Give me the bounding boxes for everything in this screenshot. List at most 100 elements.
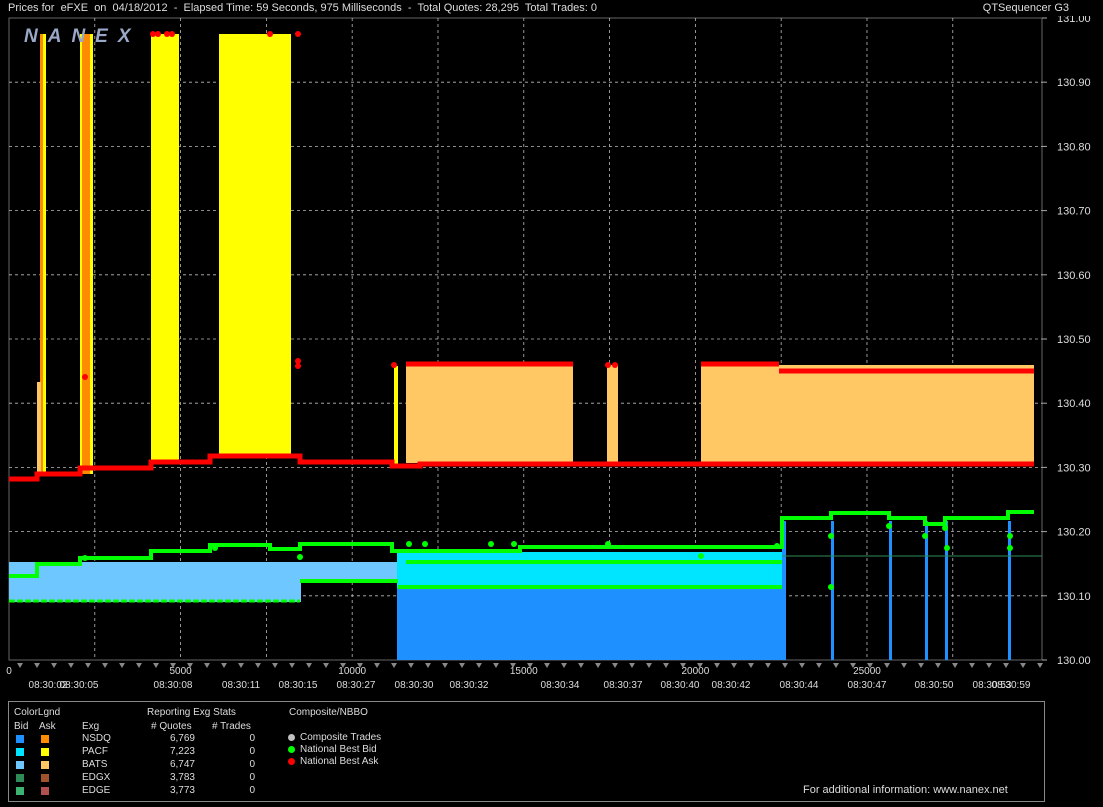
time-marker bbox=[85, 663, 91, 668]
bats-ask-region bbox=[607, 365, 618, 463]
bid-marker bbox=[511, 541, 517, 547]
bats-ask-region bbox=[701, 365, 1034, 463]
time-marker bbox=[663, 663, 669, 668]
ask-color-swatch bbox=[41, 787, 49, 795]
exchange-name: EDGE bbox=[82, 785, 111, 796]
y-tick-label: 130.30 bbox=[1057, 462, 1091, 474]
nsdq-bid-region bbox=[397, 588, 782, 660]
time-marker bbox=[1003, 663, 1009, 668]
x-seq-label: 25000 bbox=[853, 666, 881, 677]
x-time-label: 08:30:44 bbox=[780, 680, 819, 691]
exchange-quotes: 3,773 bbox=[169, 785, 195, 796]
time-marker bbox=[306, 663, 312, 668]
x-time-label: 08:30:40 bbox=[661, 680, 700, 691]
ask-marker bbox=[82, 374, 88, 380]
time-marker bbox=[833, 663, 839, 668]
bid-marker bbox=[774, 543, 780, 549]
time-marker bbox=[629, 663, 635, 668]
time-marker bbox=[425, 663, 431, 668]
time-marker bbox=[68, 663, 74, 668]
legend-col-title: ColorLgnd bbox=[14, 707, 61, 718]
pacf-ask-region bbox=[219, 34, 291, 454]
x-time-label: 08:30:15 bbox=[279, 680, 318, 691]
bats-bid-region bbox=[9, 562, 301, 602]
legend-stats-title: Reporting Exg Stats bbox=[147, 707, 236, 718]
ask-color-swatch bbox=[41, 735, 49, 743]
bid-marker bbox=[212, 545, 218, 551]
x-time-label: 08:30:30 bbox=[395, 680, 434, 691]
x-axis: 0 5000 10000 15000 20000 2500008:30:0208:30:0… bbox=[6, 663, 1043, 691]
time-marker bbox=[17, 663, 23, 668]
bid-marker bbox=[488, 541, 494, 547]
bid-marker bbox=[297, 554, 303, 560]
time-marker bbox=[816, 663, 822, 668]
x-time-label: 08:30:08 bbox=[154, 680, 193, 691]
ask-marker bbox=[605, 362, 611, 368]
price-chart: NANEX 131.00 130.90 130.80 130.70 130.60 130.… bbox=[6, 16, 1091, 691]
x-time-label: 08:30:42 bbox=[712, 680, 751, 691]
exchange-trades: 0 bbox=[249, 772, 255, 783]
bid-marker bbox=[406, 541, 412, 547]
exchange-quotes: 6,769 bbox=[169, 733, 195, 744]
legend-exch-header: Exg bbox=[82, 721, 100, 732]
x-time-label: 08:30:47 bbox=[848, 680, 887, 691]
time-marker bbox=[578, 663, 584, 668]
x-time-label: 08:30:11 bbox=[222, 680, 261, 691]
time-marker bbox=[51, 663, 57, 668]
time-marker bbox=[765, 663, 771, 668]
x-seq-label: 20000 bbox=[681, 666, 709, 677]
time-marker bbox=[646, 663, 652, 668]
y-tick-label: 131.00 bbox=[1057, 16, 1091, 25]
x-time-label: 08:30:37 bbox=[604, 680, 643, 691]
time-marker bbox=[595, 663, 601, 668]
time-marker bbox=[119, 663, 125, 668]
exchange-name: EDGX bbox=[82, 772, 111, 783]
time-marker bbox=[255, 663, 261, 668]
legend-trades-header: # Trades bbox=[212, 721, 251, 732]
chart-title: Prices for eFXE on 04/18/2012 - Elapsed … bbox=[8, 2, 598, 14]
x-seq-label: 15000 bbox=[510, 666, 538, 677]
bid-color-swatch bbox=[16, 761, 24, 769]
x-time-label: 08:30:32 bbox=[450, 680, 489, 691]
pacf-bid-region bbox=[397, 552, 782, 588]
x-time-label: 08:30:05 bbox=[60, 680, 99, 691]
time-marker bbox=[799, 663, 805, 668]
time-marker bbox=[884, 663, 890, 668]
legend-bid-header: Bid bbox=[14, 721, 29, 732]
bid-color-swatch bbox=[16, 774, 24, 782]
bid-marker bbox=[886, 523, 892, 529]
exchange-trades: 0 bbox=[249, 746, 255, 757]
ask-marker bbox=[612, 362, 618, 368]
time-marker bbox=[272, 663, 278, 668]
bid-marker bbox=[605, 541, 611, 547]
ask-marker bbox=[169, 31, 175, 37]
time-marker bbox=[238, 663, 244, 668]
x-seq-label: 10000 bbox=[338, 666, 366, 677]
time-marker bbox=[221, 663, 227, 668]
bid-marker bbox=[828, 533, 834, 539]
bats-ask-region bbox=[406, 365, 573, 463]
time-marker bbox=[374, 663, 380, 668]
time-marker bbox=[952, 663, 958, 668]
time-marker bbox=[1020, 663, 1026, 668]
bid-marker bbox=[944, 545, 950, 551]
time-marker bbox=[748, 663, 754, 668]
composite-marker-icon bbox=[288, 746, 295, 753]
exchange-quotes: 6,747 bbox=[169, 759, 195, 770]
legend-ask-header: Ask bbox=[39, 721, 56, 732]
time-marker bbox=[153, 663, 159, 668]
bid-color-swatch bbox=[16, 787, 24, 795]
time-marker bbox=[612, 663, 618, 668]
time-marker bbox=[969, 663, 975, 668]
app-name: QTSequencer G3 bbox=[982, 2, 1069, 14]
composite-label: Composite Trades bbox=[300, 732, 382, 743]
ask-marker bbox=[155, 31, 161, 37]
exchange-trades: 0 bbox=[249, 733, 255, 744]
composite-label: National Best Bid bbox=[300, 744, 377, 755]
bid-marker bbox=[828, 584, 834, 590]
bid-color-swatch bbox=[16, 735, 24, 743]
ask-marker bbox=[391, 362, 397, 368]
time-marker bbox=[1037, 663, 1043, 668]
time-marker bbox=[442, 663, 448, 668]
exchange-quotes: 7,223 bbox=[169, 746, 195, 757]
